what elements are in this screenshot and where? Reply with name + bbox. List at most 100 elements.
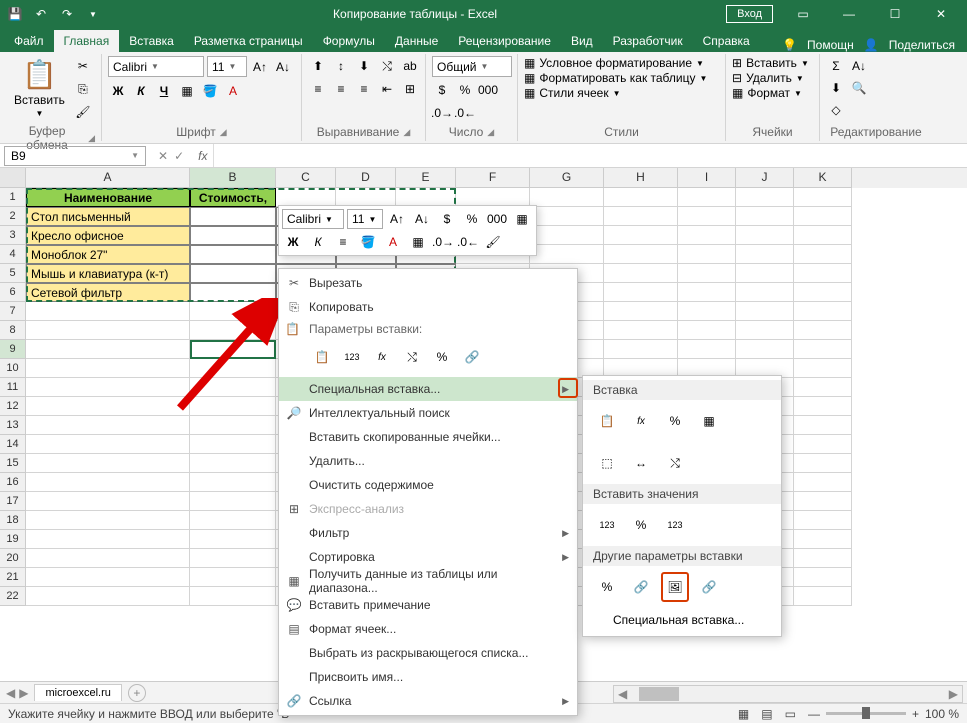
mini-size-combo[interactable]: 11▼ <box>347 209 383 229</box>
mini-align-icon[interactable]: ≡ <box>332 232 354 252</box>
mini-font-color-icon[interactable]: A <box>382 232 404 252</box>
sub-formatting-icon[interactable]: % <box>593 572 621 602</box>
cell[interactable] <box>794 435 852 454</box>
sheet-prev-icon[interactable]: ◀ <box>6 686 15 700</box>
cell[interactable] <box>26 473 190 492</box>
cell[interactable] <box>794 530 852 549</box>
ctx-smart-lookup[interactable]: 🔎Интеллектуальный поиск <box>279 401 577 425</box>
cell[interactable] <box>190 264 276 283</box>
cell[interactable] <box>794 283 852 302</box>
cell[interactable] <box>604 226 678 245</box>
ctx-filter[interactable]: Фильтр▶ <box>279 521 577 545</box>
borders-icon[interactable]: ▦ <box>177 81 197 101</box>
name-box[interactable]: B9▼ <box>4 146 146 166</box>
cell[interactable] <box>190 568 276 587</box>
find-icon[interactable]: 🔍 <box>849 78 869 98</box>
ribbon-display-icon[interactable]: ▭ <box>781 0 825 28</box>
number-format-combo[interactable]: Общий▼ <box>432 56 512 77</box>
shrink-font-icon[interactable]: A↓ <box>273 57 293 77</box>
cell[interactable] <box>794 587 852 606</box>
row-header[interactable]: 11 <box>0 378 26 397</box>
mini-borders-icon[interactable]: ▦ <box>511 209 533 229</box>
cell[interactable] <box>26 416 190 435</box>
sub-paste-formulas-num-icon[interactable]: % <box>661 406 689 436</box>
cell[interactable] <box>190 226 276 245</box>
sub-values-icon[interactable]: 123 <box>593 510 621 540</box>
enter-formula-icon[interactable]: ✓ <box>174 149 184 163</box>
mini-border-icon[interactable]: ▦ <box>407 232 429 252</box>
cell-styles-button[interactable]: ▦Стили ячеек▼ <box>524 86 621 100</box>
cell[interactable] <box>678 188 736 207</box>
dialog-launcher-icon[interactable]: ◢ <box>220 127 227 138</box>
mini-italic-button[interactable]: К <box>307 232 329 252</box>
column-header[interactable]: F <box>456 168 530 188</box>
maximize-button[interactable]: ☐ <box>873 0 917 28</box>
sub-paste-noborders-icon[interactable]: ⬚ <box>593 448 621 478</box>
cell[interactable] <box>678 321 736 340</box>
row-header[interactable]: 2 <box>0 207 26 226</box>
cell[interactable]: Стол письменный <box>26 207 190 226</box>
row-header[interactable]: 16 <box>0 473 26 492</box>
cell[interactable] <box>794 188 852 207</box>
cell[interactable] <box>678 207 736 226</box>
tab-данные[interactable]: Данные <box>385 30 448 52</box>
row-header[interactable]: 17 <box>0 492 26 511</box>
tab-рецензирование[interactable]: Рецензирование <box>448 30 561 52</box>
share-button[interactable]: Поделиться <box>889 38 955 52</box>
mini-fill-color-icon[interactable]: 🪣 <box>357 232 379 252</box>
row-header[interactable]: 6 <box>0 283 26 302</box>
cell[interactable] <box>794 492 852 511</box>
mini-shrink-font-icon[interactable]: A↓ <box>411 209 433 229</box>
view-layout-icon[interactable]: ▤ <box>761 707 772 721</box>
currency-icon[interactable]: $ <box>432 80 452 100</box>
paste-values-icon[interactable]: 123 <box>339 343 365 371</box>
cell[interactable] <box>678 226 736 245</box>
undo-icon[interactable]: ↶ <box>30 3 52 25</box>
tab-вставка[interactable]: Вставка <box>119 30 184 52</box>
paste-all-icon[interactable]: 📋 <box>309 343 335 371</box>
align-left-icon[interactable]: ≡ <box>308 79 328 99</box>
cell[interactable] <box>190 549 276 568</box>
share-icon[interactable]: 👤 <box>864 38 879 52</box>
tab-справка[interactable]: Справка <box>693 30 760 52</box>
orientation-icon[interactable]: ⤭ <box>377 56 397 76</box>
view-pagebreak-icon[interactable]: ▭ <box>785 707 796 721</box>
italic-button[interactable]: К <box>131 81 151 101</box>
cell[interactable] <box>190 435 276 454</box>
cell[interactable]: Стоимость, <box>190 188 276 207</box>
sheet-tab[interactable]: microexcel.ru <box>34 684 121 701</box>
redo-icon[interactable]: ↷ <box>56 3 78 25</box>
row-header[interactable]: 14 <box>0 435 26 454</box>
cell[interactable] <box>604 207 678 226</box>
format-as-table-button[interactable]: ▦Форматировать как таблицу▼ <box>524 71 707 85</box>
cell[interactable] <box>794 359 852 378</box>
cell[interactable] <box>794 245 852 264</box>
underline-button[interactable]: Ч <box>154 81 174 101</box>
bold-button[interactable]: Ж <box>108 81 128 101</box>
paste-link-icon[interactable]: 🔗 <box>459 343 485 371</box>
merge-icon[interactable]: ⊞ <box>400 79 420 99</box>
cell[interactable] <box>678 245 736 264</box>
sub-values-num-icon[interactable]: % <box>627 510 655 540</box>
sub-paste-special-dialog[interactable]: Специальная вставка... <box>583 608 781 632</box>
sort-filter-icon[interactable]: A↓ <box>849 56 869 76</box>
cell[interactable] <box>736 226 794 245</box>
cell[interactable] <box>794 454 852 473</box>
sub-paste-source-fmt-icon[interactable]: ▦ <box>695 406 723 436</box>
cell[interactable] <box>190 511 276 530</box>
align-center-icon[interactable]: ≡ <box>331 79 351 99</box>
tab-главная[interactable]: Главная <box>54 30 120 52</box>
cell[interactable] <box>794 302 852 321</box>
font-name-combo[interactable]: Calibri▼ <box>108 56 204 77</box>
cell[interactable] <box>678 302 736 321</box>
cell[interactable]: Мышь и клавиатура (к-т) <box>26 264 190 283</box>
new-sheet-button[interactable]: + <box>128 684 146 702</box>
fill-icon[interactable]: ⬇ <box>826 78 846 98</box>
sub-paste-formulas-icon[interactable]: fx <box>627 406 655 436</box>
wrap-text-icon[interactable]: ab <box>400 56 420 76</box>
row-header[interactable]: 10 <box>0 359 26 378</box>
sub-picture-icon[interactable]: 🖼 <box>661 572 689 602</box>
mini-comma-icon[interactable]: 000 <box>486 209 508 229</box>
format-painter-icon[interactable]: 🖌 <box>73 102 93 122</box>
close-button[interactable]: ✕ <box>919 0 963 28</box>
